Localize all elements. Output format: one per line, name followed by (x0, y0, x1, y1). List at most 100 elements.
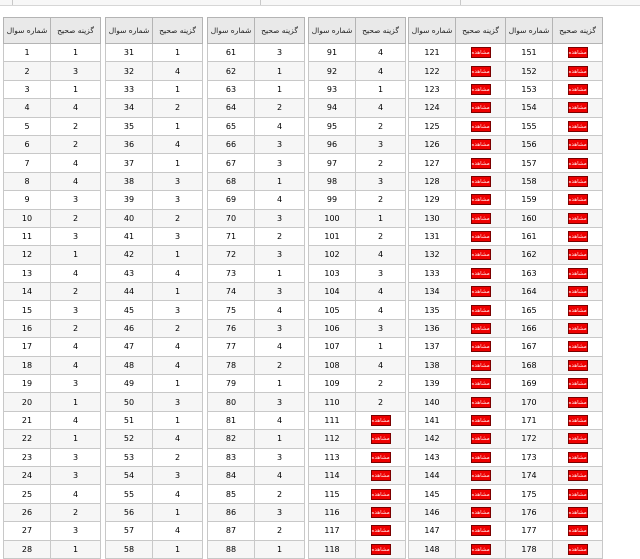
show-answer-button[interactable]: مشاهده (370, 451, 391, 463)
show-answer-button[interactable]: مشاهده (567, 396, 588, 408)
show-answer-button[interactable]: مشاهده (470, 231, 491, 243)
question-number-header[interactable]: شماره سوال (505, 17, 553, 44)
show-answer-button[interactable]: مشاهده (567, 47, 588, 59)
show-answer-button[interactable]: مشاهده (470, 415, 491, 426)
question-number-cell: 162 (505, 245, 553, 265)
show-answer-button[interactable]: مشاهده (470, 47, 491, 59)
show-answer-button[interactable]: مشاهده (567, 323, 588, 335)
show-answer-button[interactable]: مشاهده (567, 506, 588, 518)
correct-answer-cell: 1 (152, 42, 203, 63)
show-answer-button[interactable]: مشاهده (370, 488, 391, 500)
show-answer-button[interactable]: مشاهده (567, 525, 588, 537)
table-row: 122 مشاهده (408, 61, 506, 81)
show-answer-button[interactable]: مشاهده (567, 488, 588, 500)
show-answer-button[interactable]: مشاهده (470, 304, 491, 316)
show-answer-button[interactable]: مشاهده (470, 323, 491, 335)
table-row: 104 4 (308, 282, 406, 302)
show-answer-button[interactable]: مشاهده (470, 83, 491, 95)
question-number-cell: 95 (308, 116, 356, 136)
show-answer-cell: مشاهده (552, 374, 603, 394)
show-answer-button[interactable]: مشاهده (470, 194, 491, 206)
show-answer-button[interactable]: مشاهده (370, 525, 391, 537)
show-answer-button[interactable]: مشاهده (567, 359, 588, 371)
show-answer-button[interactable]: مشاهده (370, 415, 391, 426)
show-answer-button[interactable]: مشاهده (470, 506, 491, 518)
question-number-cell: 101 (308, 226, 356, 247)
question-number-cell: 167 (505, 337, 553, 357)
correct-answer-cell: 3 (254, 208, 305, 228)
show-answer-button[interactable]: مشاهده (567, 175, 588, 187)
show-answer-button[interactable]: مشاهده (567, 304, 588, 316)
table-row: 109 2 (308, 374, 406, 394)
show-answer-button[interactable]: مشاهده (567, 378, 588, 390)
show-answer-button[interactable]: مشاهده (470, 267, 491, 279)
table-row: 93 (3, 190, 101, 210)
show-answer-button[interactable]: مشاهده (567, 286, 588, 298)
correct-answer-header[interactable]: گزینه صحیح (50, 17, 101, 44)
show-answer-button[interactable]: مشاهده (470, 249, 491, 261)
show-answer-button[interactable]: مشاهده (567, 433, 588, 445)
show-answer-button[interactable]: مشاهده (470, 396, 491, 408)
show-answer-button[interactable]: مشاهده (470, 120, 491, 132)
correct-answer-header[interactable]: گزینه صحیح (455, 17, 506, 44)
question-number-cell: 47 (105, 337, 153, 357)
correct-answer-header[interactable]: گزینه صحیح (552, 17, 603, 44)
show-answer-button[interactable]: مشاهده (470, 175, 491, 187)
question-number-cell: 97 (308, 153, 356, 173)
show-answer-button[interactable]: مشاهده (567, 194, 588, 206)
show-answer-button[interactable]: مشاهده (567, 102, 588, 114)
show-answer-cell: مشاهده (552, 465, 603, 486)
show-answer-button[interactable]: مشاهده (470, 286, 491, 298)
show-answer-button[interactable]: مشاهده (567, 139, 588, 151)
show-answer-button[interactable]: مشاهده (567, 451, 588, 463)
show-answer-button[interactable]: مشاهده (470, 359, 491, 371)
question-number-cell: 32 (105, 61, 153, 81)
question-number-cell: 83 (207, 447, 255, 467)
show-answer-button[interactable]: مشاهده (567, 65, 588, 77)
question-number-cell: 138 (408, 355, 456, 376)
show-answer-cell: مشاهده (355, 410, 406, 431)
show-answer-button[interactable]: مشاهده (470, 451, 491, 463)
correct-answer-header[interactable]: گزینه صحیح (152, 17, 203, 44)
show-answer-button[interactable]: مشاهده (567, 157, 588, 169)
question-number-header[interactable]: شماره سوال (308, 17, 356, 44)
show-answer-button[interactable]: مشاهده (470, 157, 491, 169)
show-answer-button[interactable]: مشاهده (470, 341, 491, 353)
show-answer-button[interactable]: مشاهده (470, 488, 491, 500)
show-answer-button[interactable]: مشاهده (567, 212, 588, 224)
show-answer-button[interactable]: مشاهده (567, 267, 588, 279)
show-answer-button[interactable]: مشاهده (567, 543, 588, 555)
show-answer-button[interactable]: مشاهده (370, 506, 391, 518)
question-number-header[interactable]: شماره سوال (105, 17, 153, 44)
question-number-cell: 52 (105, 429, 153, 449)
show-answer-button[interactable]: مشاهده (567, 341, 588, 353)
show-answer-button[interactable]: مشاهده (470, 378, 491, 390)
question-number-cell: 13 (3, 263, 51, 284)
question-number-header[interactable]: شماره سوال (3, 17, 51, 44)
table-row: 126 مشاهده (408, 134, 506, 155)
question-number-cell: 121 (408, 42, 456, 63)
correct-answer-cell: 2 (152, 318, 203, 339)
show-answer-cell: مشاهده (455, 226, 506, 247)
show-answer-button[interactable]: مشاهده (567, 83, 588, 95)
correct-answer-cell: 4 (254, 300, 305, 320)
show-answer-button[interactable]: مشاهده (370, 543, 391, 555)
show-answer-button[interactable]: مشاهده (567, 231, 588, 243)
question-number-cell: 99 (308, 190, 356, 210)
show-answer-button[interactable]: مشاهده (470, 102, 491, 114)
show-answer-button[interactable]: مشاهده (470, 525, 491, 537)
correct-answer-header[interactable]: گزینه صحیح (355, 17, 406, 44)
show-answer-button[interactable]: مشاهده (567, 120, 588, 132)
show-answer-button[interactable]: مشاهده (470, 212, 491, 224)
show-answer-button[interactable]: مشاهده (470, 433, 491, 445)
show-answer-button[interactable]: مشاهده (470, 543, 491, 555)
question-number-header[interactable]: شماره سوال (207, 17, 255, 44)
show-answer-button[interactable]: مشاهده (470, 139, 491, 151)
table-row: 82 1 (207, 429, 305, 449)
question-number-header[interactable]: شماره سوال (408, 17, 456, 44)
show-answer-button[interactable]: مشاهده (370, 433, 391, 445)
show-answer-button[interactable]: مشاهده (567, 249, 588, 261)
correct-answer-header[interactable]: گزینه صحیح (254, 17, 305, 44)
show-answer-button[interactable]: مشاهده (470, 65, 491, 77)
show-answer-button[interactable]: مشاهده (567, 415, 588, 426)
